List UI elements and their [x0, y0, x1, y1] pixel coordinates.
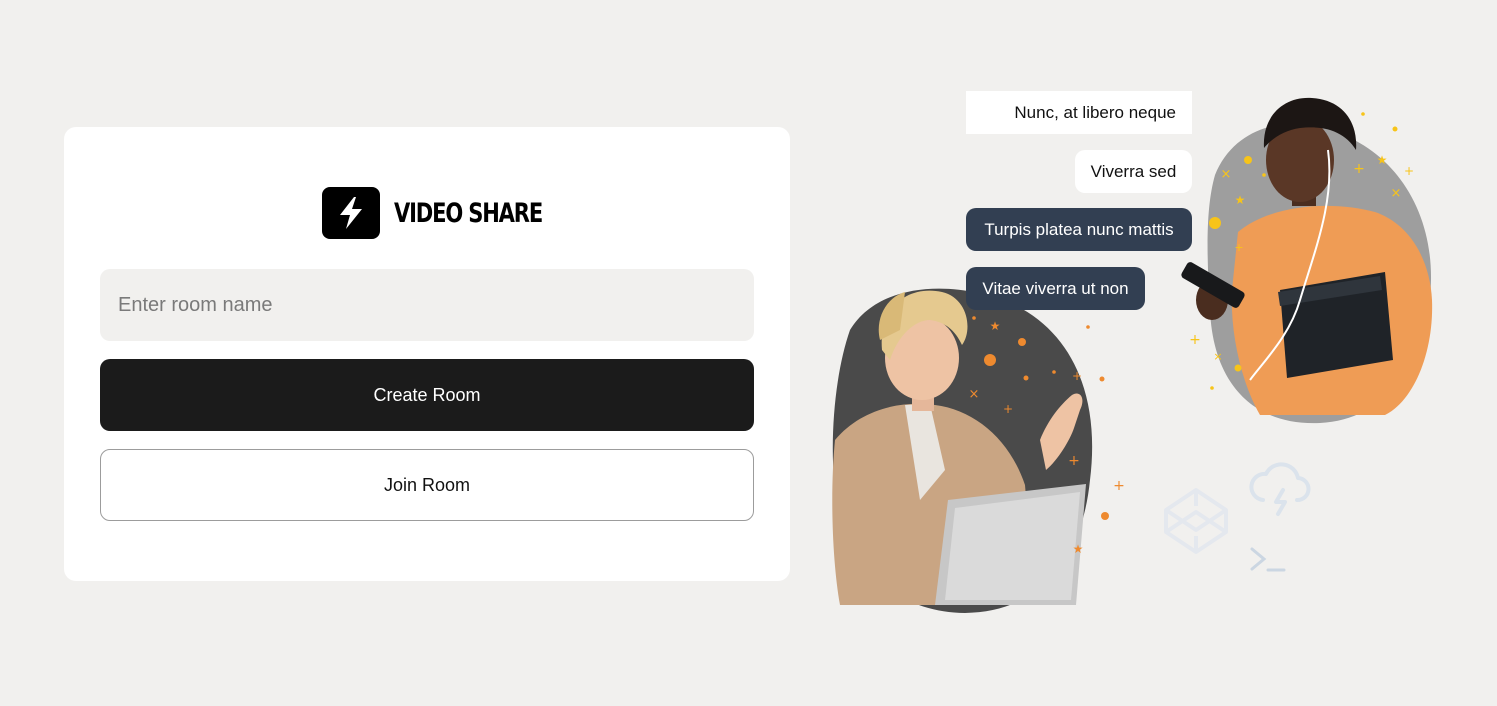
chat-bubble: Nunc, at libero neque — [966, 91, 1192, 134]
svg-text:★: ★ — [990, 319, 1001, 333]
svg-text:×: × — [1221, 167, 1232, 182]
chat-bubble: Vitae viverra ut non — [966, 267, 1145, 310]
room-name-input[interactable] — [100, 269, 754, 341]
svg-text:+: + — [1113, 478, 1125, 494]
brand-logo: VIDEO SHARE — [322, 187, 584, 239]
svg-text:×: × — [1391, 186, 1402, 201]
terminal-icon — [1250, 547, 1286, 572]
chat-bubble: Turpis platea nunc mattis — [966, 208, 1192, 251]
svg-text:★: ★ — [1235, 193, 1246, 207]
svg-text:+: + — [1353, 161, 1365, 177]
brand-name: VIDEO SHARE — [394, 197, 543, 229]
chat-bubble: Viverra sed — [1075, 150, 1192, 193]
svg-text:★: ★ — [1073, 542, 1084, 556]
svg-text:★: ★ — [1377, 153, 1388, 167]
svg-text:+: + — [1404, 164, 1414, 178]
room-card: VIDEO SHARE Create Room Join Room — [64, 127, 790, 581]
woman-laptop-illustration: ★ ★ + + + + × — [832, 288, 1125, 613]
svg-text:+: + — [1072, 369, 1082, 383]
svg-text:+: + — [1189, 332, 1201, 348]
lightning-bolt-icon — [322, 187, 380, 239]
girl-phone-illustration: ★ ★ + + + + × × × — [1181, 97, 1433, 424]
codepen-icon — [1164, 488, 1228, 554]
create-room-button[interactable]: Create Room — [100, 359, 754, 431]
join-room-button[interactable]: Join Room — [100, 449, 754, 521]
svg-text:+: + — [1003, 402, 1013, 416]
svg-text:+: + — [1068, 453, 1080, 469]
svg-text:+: + — [1234, 241, 1243, 254]
svg-text:×: × — [1213, 350, 1222, 363]
svg-text:×: × — [969, 387, 980, 402]
storm-cloud-icon — [1249, 462, 1311, 516]
